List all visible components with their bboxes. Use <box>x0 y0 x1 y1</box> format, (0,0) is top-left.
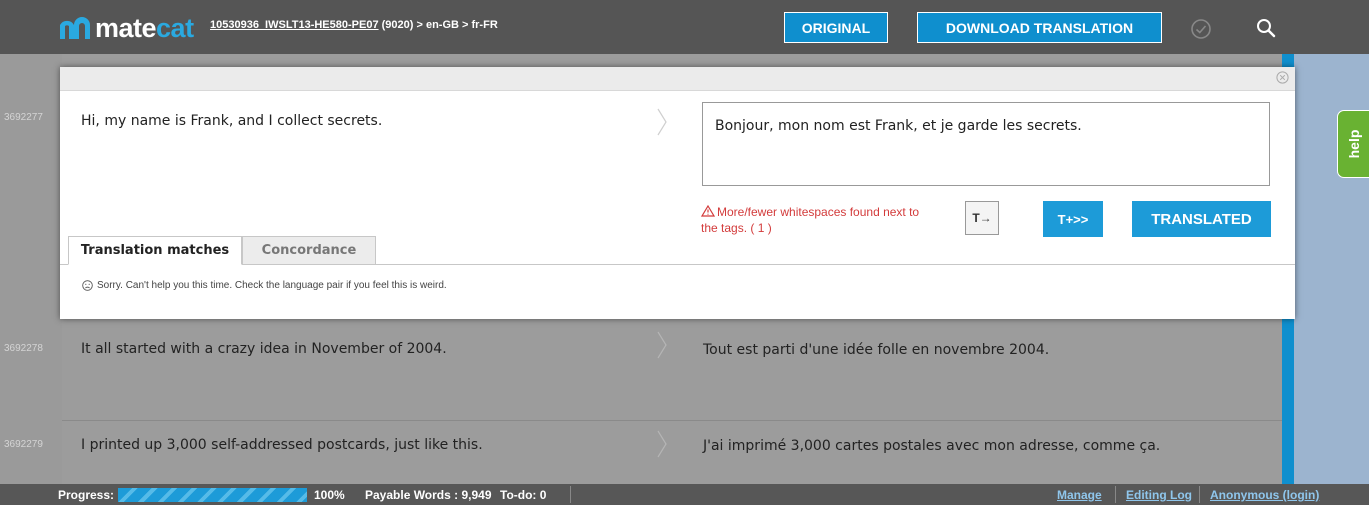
top-bar: matecat 10530936_IWSLT13-HE580-PE07 (902… <box>0 0 1369 54</box>
logo-mark-icon <box>60 17 90 39</box>
progress-fill <box>118 488 307 502</box>
check-circle-icon[interactable] <box>1190 18 1212 40</box>
logo-text: matecat <box>95 12 194 43</box>
divider <box>1199 486 1200 503</box>
editing-log-link[interactable]: Editing Log <box>1126 488 1192 502</box>
whitespace-warning: More/fewer whitespaces found next to the… <box>701 205 920 235</box>
project-language-pair: (9020) > en-GB > fr-FR <box>378 19 498 31</box>
divider <box>570 486 571 503</box>
manage-link[interactable]: Manage <box>1057 488 1102 502</box>
progress-label: Progress: <box>58 488 115 502</box>
divider <box>1115 486 1116 503</box>
matecat-logo[interactable]: matecat <box>58 12 194 44</box>
translated-button[interactable]: TRANSLATED <box>1132 201 1271 237</box>
tab-concordance[interactable]: Concordance <box>242 236 376 265</box>
segment-id: 3692277 <box>4 112 43 123</box>
segment-target-text[interactable]: Tout est parti d'une idée folle en novem… <box>703 342 1049 358</box>
payable-words: Payable Words : 9,949 <box>365 488 492 502</box>
help-tab[interactable]: help <box>1337 110 1369 178</box>
segment-target-text[interactable]: J'ai imprimé 3,000 cartes postales avec … <box>703 438 1160 454</box>
chevron-right-icon <box>657 331 667 359</box>
download-translation-button[interactable]: DOWNLOAD TRANSLATION <box>917 12 1162 43</box>
search-icon[interactable] <box>1254 16 1278 40</box>
segment-id: 3692278 <box>4 343 43 354</box>
segment-divider <box>62 420 1282 421</box>
tab-translation-matches[interactable]: Translation matches <box>68 236 242 265</box>
matches-message: Sorry. Can't help you this time. Check t… <box>82 280 447 291</box>
todo-count: To-do: 0 <box>500 488 547 502</box>
project-breadcrumb: 10530936_IWSLT13-HE580-PE07 (9020) > en-… <box>210 19 498 31</box>
original-button[interactable]: ORIGINAL <box>784 12 888 43</box>
anonymous-login-link[interactable]: Anonymous (login) <box>1210 488 1319 502</box>
progress-bar <box>118 488 307 502</box>
segment-source-text[interactable]: I printed up 3,000 self-addressed postca… <box>81 437 483 453</box>
chevron-right-icon <box>657 430 667 458</box>
tag-projection-button[interactable]: T→ <box>965 201 999 235</box>
segment-id: 3692279 <box>4 439 43 450</box>
status-bar: Progress: 100% Payable Words : 9,949 To-… <box>0 484 1369 505</box>
active-segment-editor: Hi, my name is Frank, and I collect secr… <box>60 67 1295 319</box>
target-editor-field[interactable]: Bonjour, mon nom est Frank, et je garde … <box>702 102 1270 186</box>
chevron-right-icon <box>657 108 667 136</box>
active-source-text[interactable]: Hi, my name is Frank, and I collect secr… <box>81 113 382 129</box>
segment-source-text[interactable]: It all started with a crazy idea in Nove… <box>81 341 447 357</box>
translate-next-button[interactable]: T+>> <box>1043 201 1103 237</box>
editor-header <box>60 67 1295 91</box>
project-name-link[interactable]: 10530936_IWSLT13-HE580-PE07 <box>210 19 379 31</box>
close-icon[interactable] <box>1276 71 1289 84</box>
sad-face-icon <box>82 280 93 291</box>
progress-percent: 100% <box>314 488 345 502</box>
warning-icon <box>701 205 715 217</box>
